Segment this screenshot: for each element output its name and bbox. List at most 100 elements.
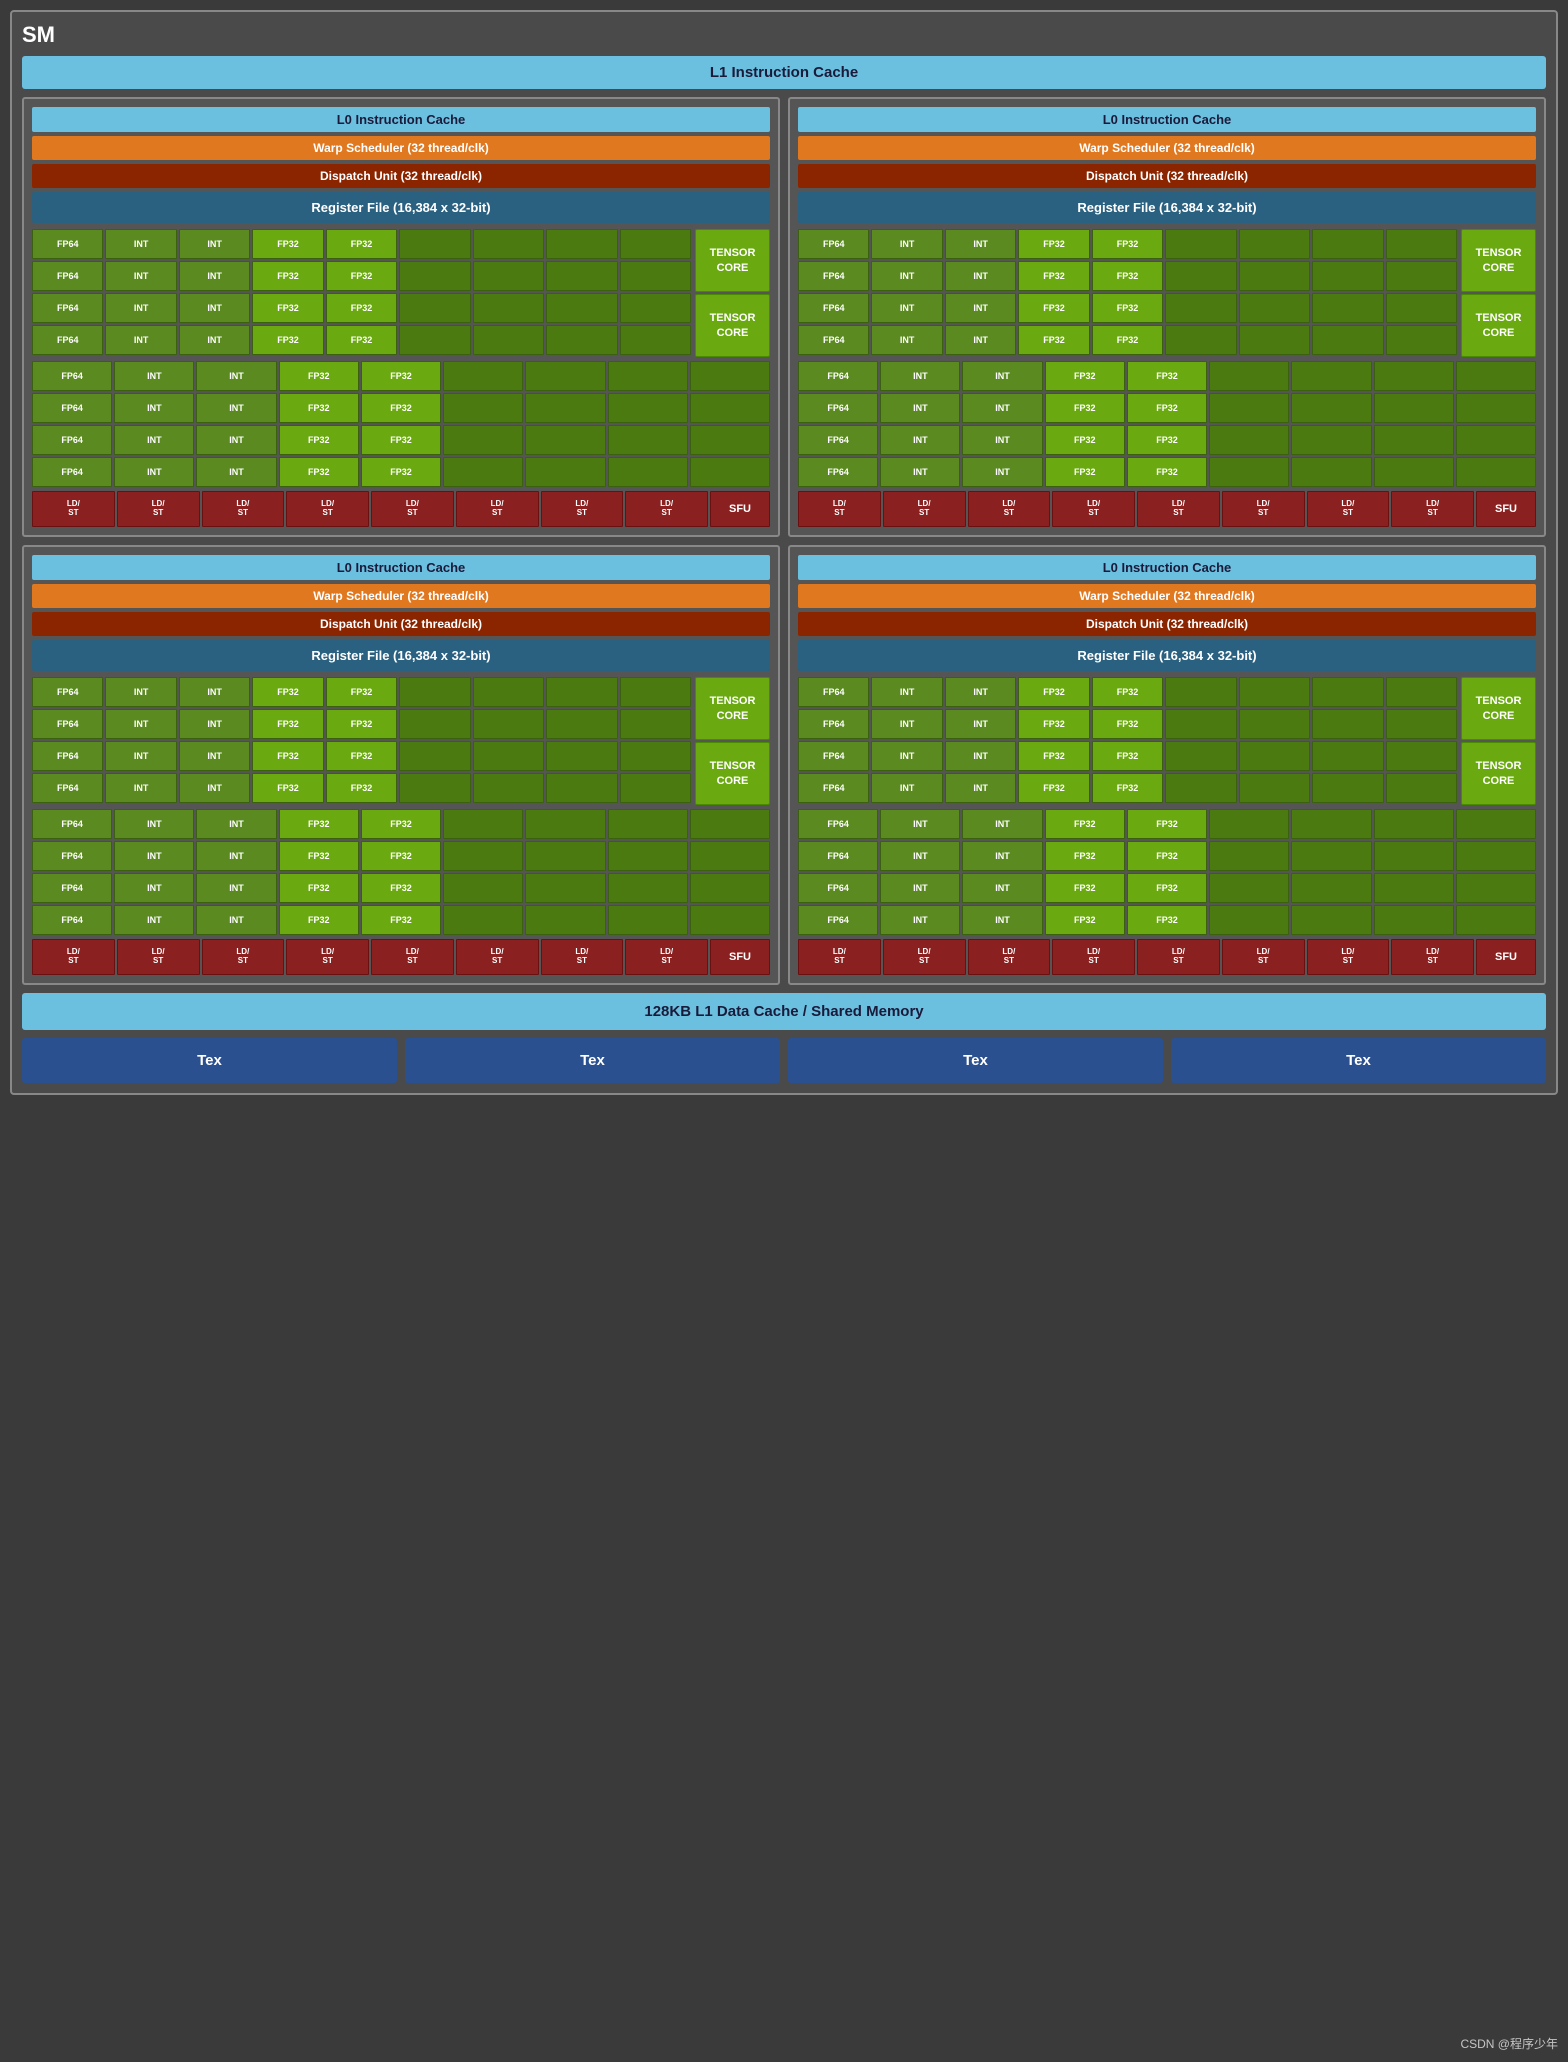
quad-grid: L0 Instruction Cache Warp Scheduler (32 …: [22, 97, 1546, 985]
green-cell: [525, 361, 605, 391]
core-row-5: FP64 INT INT FP32 FP32: [32, 361, 770, 391]
tensor-core-4: TENSORCORE: [1461, 294, 1536, 357]
fp32-cell: FP32: [361, 457, 441, 487]
fp64-cell: FP64: [32, 293, 103, 323]
green-cell: [525, 393, 605, 423]
cores-section-4: FP64 INT INT FP32 FP32 FP64 INT INT: [798, 677, 1536, 805]
green-cell: [690, 457, 770, 487]
green-cell: [608, 425, 688, 455]
sfu-cell-3: SFU: [710, 939, 770, 975]
fp32-cell: FP32: [326, 261, 397, 291]
ldst-row-4: LD/ST LD/ST LD/ST LD/ST LD/ST LD/ST LD/S…: [798, 939, 1536, 975]
green-cell: [525, 425, 605, 455]
int-cell: INT: [179, 229, 250, 259]
dispatch-unit-3: Dispatch Unit (32 thread/clk): [32, 612, 770, 636]
green-cell: [608, 361, 688, 391]
fp32-cell: FP32: [252, 293, 323, 323]
green-cell: [399, 229, 470, 259]
fp64-cell: FP64: [32, 393, 112, 423]
sfu-cell: SFU: [710, 491, 770, 527]
core-row-1: FP64 INT INT FP32 FP32: [32, 229, 691, 259]
int-cell: INT: [196, 361, 276, 391]
int-cell: INT: [179, 261, 250, 291]
tex-cell-4: Tex: [1171, 1038, 1546, 1083]
l0-cache-1: L0 Instruction Cache: [32, 107, 770, 132]
register-file-2: Register File (16,384 x 32-bit): [798, 192, 1536, 223]
core-row-6: FP64 INT INT FP32 FP32: [32, 393, 770, 423]
fp32-cell: FP32: [252, 261, 323, 291]
core-grid-wrapper-2: FP64 INT INT FP32 FP32 FP64 INT INT: [798, 229, 1457, 357]
green-cell: [473, 261, 544, 291]
green-cell: [620, 229, 691, 259]
fp32-cell: FP32: [279, 425, 359, 455]
int-cell: INT: [105, 325, 176, 355]
int-cell: INT: [114, 457, 194, 487]
sfu-cell-4: SFU: [1476, 939, 1536, 975]
int-cell: INT: [114, 361, 194, 391]
tensor-cores-2: TENSORCORE TENSORCORE: [1461, 229, 1536, 357]
sub-sm-2: L0 Instruction Cache Warp Scheduler (32 …: [788, 97, 1546, 537]
green-cell: [399, 261, 470, 291]
fp64-cell: FP64: [32, 361, 112, 391]
fp32-cell: FP32: [326, 293, 397, 323]
tex-cell-1: Tex: [22, 1038, 397, 1083]
core-grid-wrapper-1: FP64 INT INT FP32 FP32 FP64 INT: [32, 229, 691, 357]
fp32-cell: FP32: [326, 325, 397, 355]
tensor-core-8: TENSORCORE: [1461, 742, 1536, 805]
tensor-core-5: TENSORCORE: [695, 677, 770, 740]
green-cell: [473, 325, 544, 355]
tex-cell-2: Tex: [405, 1038, 780, 1083]
green-cell: [690, 425, 770, 455]
green-cell: [546, 325, 617, 355]
core-row-7: FP64 INT INT FP32 FP32: [32, 425, 770, 455]
green-cell: [620, 293, 691, 323]
fp32-cell: FP32: [361, 425, 441, 455]
l0-cache-3: L0 Instruction Cache: [32, 555, 770, 580]
fp32-cell: FP32: [361, 393, 441, 423]
green-cell: [546, 261, 617, 291]
dispatch-unit-4: Dispatch Unit (32 thread/clk): [798, 612, 1536, 636]
core-row-8: FP64 INT INT FP32 FP32: [32, 457, 770, 487]
fp64-cell: FP64: [32, 325, 103, 355]
warp-scheduler-2: Warp Scheduler (32 thread/clk): [798, 136, 1536, 160]
green-cell: [443, 425, 523, 455]
ldst-row-3: LD/ST LD/ST LD/ST LD/ST LD/ST LD/ST LD/S…: [32, 939, 770, 975]
ldst-row-1: LD/ST LD/ST LD/ST LD/ST LD/ST LD/ST LD/S…: [32, 491, 770, 527]
dispatch-unit-1: Dispatch Unit (32 thread/clk): [32, 164, 770, 188]
warp-scheduler-1: Warp Scheduler (32 thread/clk): [32, 136, 770, 160]
fp64-cell: FP64: [32, 229, 103, 259]
fp32-cell: FP32: [279, 457, 359, 487]
sm-title: SM: [22, 22, 1546, 48]
tensor-cores-3: TENSORCORE TENSORCORE: [695, 677, 770, 805]
fp64-cell: FP64: [32, 261, 103, 291]
sub-sm-3: L0 Instruction Cache Warp Scheduler (32 …: [22, 545, 780, 985]
green-cell: [443, 361, 523, 391]
green-cell: [690, 393, 770, 423]
fp32-cell: FP32: [361, 361, 441, 391]
tensor-cores-4: TENSORCORE TENSORCORE: [1461, 677, 1536, 805]
register-file-4: Register File (16,384 x 32-bit): [798, 640, 1536, 671]
int-cell: INT: [105, 293, 176, 323]
cores-section-2: FP64 INT INT FP32 FP32 FP64 INT INT: [798, 229, 1536, 357]
tensor-cores-1: TENSORCORE TENSORCORE: [695, 229, 770, 357]
tensor-core-6: TENSORCORE: [695, 742, 770, 805]
green-cell: [620, 261, 691, 291]
tex-cell-3: Tex: [788, 1038, 1163, 1083]
int-cell: INT: [114, 393, 194, 423]
warp-scheduler-4: Warp Scheduler (32 thread/clk): [798, 584, 1536, 608]
int-cell: INT: [179, 325, 250, 355]
sub-sm-4: L0 Instruction Cache Warp Scheduler (32 …: [788, 545, 1546, 985]
tensor-core-2: TENSORCORE: [695, 294, 770, 357]
ldst-cell: LD/ST: [117, 491, 200, 527]
watermark: CSDN @程序少年: [1460, 2035, 1558, 2052]
int-cell: INT: [196, 393, 276, 423]
l1-data-cache: 128KB L1 Data Cache / Shared Memory: [22, 993, 1546, 1030]
green-cell: [473, 293, 544, 323]
ldst-cell: LD/ST: [32, 491, 115, 527]
green-cell: [399, 293, 470, 323]
core-row-2: FP64 INT INT FP32 FP32: [32, 261, 691, 291]
int-cell: INT: [196, 457, 276, 487]
ldst-cell: LD/ST: [202, 491, 285, 527]
green-cell: [608, 457, 688, 487]
green-cell: [473, 229, 544, 259]
